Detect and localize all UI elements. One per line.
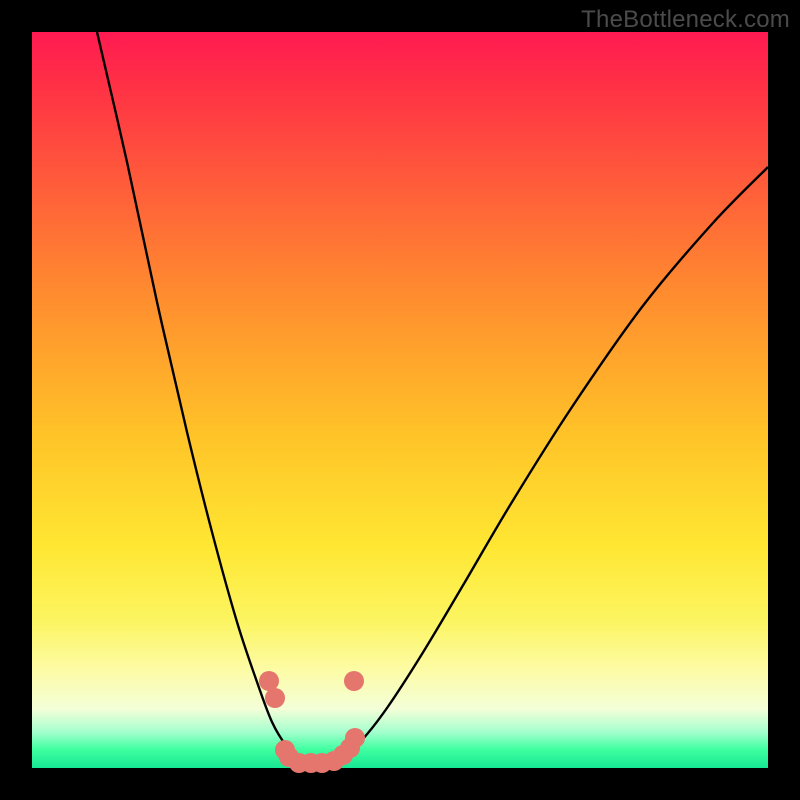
curve-marker [259,671,279,691]
outer-frame: TheBottleneck.com [0,0,800,800]
curve-markers [259,671,365,773]
curve-marker [265,688,285,708]
curve-marker [344,671,364,691]
watermark-text: TheBottleneck.com [581,6,790,34]
chart-svg [32,32,768,768]
curve-marker [345,728,365,748]
plot-area [32,32,768,768]
bottleneck-curve [97,32,768,767]
